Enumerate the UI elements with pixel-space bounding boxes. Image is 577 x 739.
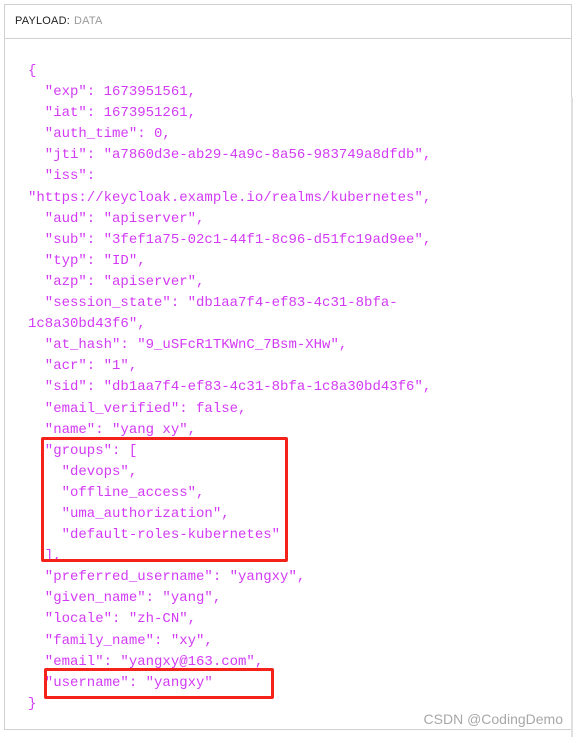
json-line: "auth_time": 0, bbox=[28, 126, 171, 143]
json-line: "session_state": "db1aa7f4-ef83-4c31-8bf… bbox=[28, 295, 398, 312]
json-line: "at_hash": "9_uSFcR1TKWnC_7Bsm-XHw", bbox=[28, 337, 348, 354]
json-line: "sid": "db1aa7f4-ef83-4c31-8bfa-1c8a30bd… bbox=[28, 379, 432, 396]
json-line: "aud": "apiserver", bbox=[28, 210, 205, 227]
json-line: "sub": "3fef1a75-02c1-44f1-8c96-d51fc19a… bbox=[28, 231, 432, 248]
json-line: "email_verified": false, bbox=[28, 400, 247, 417]
username-highlight-box bbox=[44, 668, 274, 699]
watermark: CSDN @CodingDemo bbox=[423, 711, 563, 727]
json-line: "locale": "zh-CN", bbox=[28, 611, 197, 628]
payload-label: PAYLOAD: DATA bbox=[15, 15, 103, 27]
scrollbar[interactable] bbox=[571, 97, 573, 737]
json-line: "iat": 1673951261, bbox=[28, 105, 197, 122]
json-line: "acr": "1", bbox=[28, 358, 138, 375]
payload-header: PAYLOAD: DATA bbox=[5, 5, 571, 39]
json-line: "preferred_username": "yangxy", bbox=[28, 569, 306, 586]
json-line: "typ": "ID", bbox=[28, 252, 146, 269]
json-line: "azp": "apiserver", bbox=[28, 273, 205, 290]
json-line: { bbox=[28, 63, 37, 79]
json-payload-editor[interactable]: { "exp": 1673951561, "iat": 1673951261, … bbox=[28, 61, 431, 715]
payload-title: PAYLOAD: bbox=[15, 15, 70, 27]
json-line: "family_name": "xy", bbox=[28, 632, 213, 649]
json-line: "jti": "a7860d3e-ab29-4a9c-8a56-983749a8… bbox=[28, 147, 432, 164]
groups-highlight-box bbox=[41, 437, 288, 562]
json-line: "exp": 1673951561, bbox=[28, 84, 197, 101]
json-line: "https://keycloak.example.io/realms/kube… bbox=[28, 189, 432, 206]
payload-sublabel: DATA bbox=[74, 15, 103, 27]
json-line: "iss": bbox=[28, 168, 96, 185]
json-line: "given_name": "yang", bbox=[28, 590, 222, 607]
json-line: 1c8a30bd43f6", bbox=[28, 316, 146, 333]
